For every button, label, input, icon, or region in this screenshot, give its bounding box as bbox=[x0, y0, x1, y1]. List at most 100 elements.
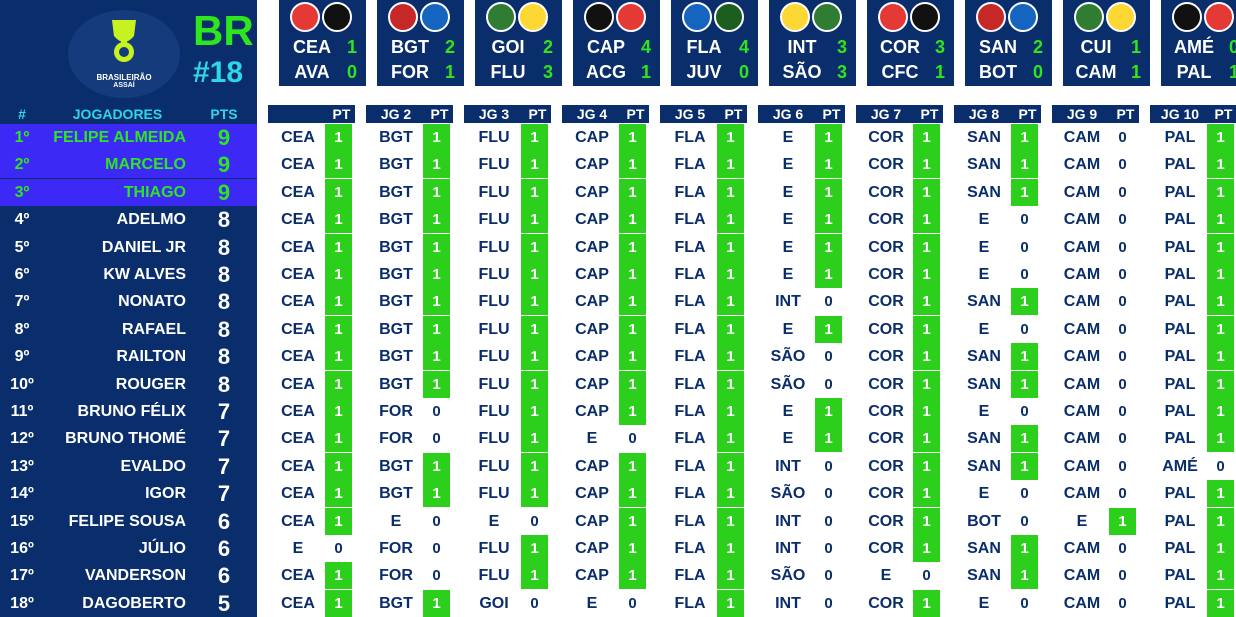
pick-team: BGT bbox=[379, 293, 413, 311]
cuiaba-crest bbox=[1074, 2, 1104, 32]
pick-points: 0 bbox=[1216, 457, 1225, 475]
pick-points: 0 bbox=[824, 485, 833, 503]
player-name: DAGOBERTO bbox=[82, 594, 186, 612]
league-title: BR bbox=[193, 7, 254, 54]
pick-team: CAP bbox=[575, 375, 609, 393]
pick-team: CEA bbox=[281, 512, 315, 530]
pick-team: CEA bbox=[281, 348, 315, 366]
pick-points: 1 bbox=[1207, 261, 1234, 288]
pick-points: 1 bbox=[913, 452, 940, 480]
pick-points: 1 bbox=[521, 398, 548, 425]
pick-points: 1 bbox=[1207, 507, 1234, 535]
pick-team: SAN bbox=[967, 183, 1001, 201]
pick-points: 1 bbox=[521, 233, 548, 261]
pick-team: CAP bbox=[575, 348, 609, 366]
away-score: 1 bbox=[1228, 62, 1236, 82]
pick-team: INT bbox=[775, 594, 801, 612]
away-team: PAL bbox=[1176, 62, 1212, 82]
table-row: 8º RAFAEL 8 bbox=[0, 316, 257, 343]
pick-points: 1 bbox=[1207, 398, 1234, 425]
pick-points: 1 bbox=[521, 480, 548, 508]
pick-team: CEA bbox=[281, 430, 315, 448]
pick-points: 0 bbox=[1118, 375, 1127, 393]
pick-team: FLA bbox=[674, 183, 706, 201]
pick-team: FLA bbox=[674, 540, 706, 557]
home-team: CUI bbox=[1080, 37, 1112, 57]
pick-points: 1 bbox=[717, 343, 744, 371]
pick-points: 1 bbox=[619, 124, 646, 151]
home-team: BGT bbox=[391, 37, 429, 57]
pick-team: PAL bbox=[1164, 293, 1196, 311]
pick-team: INT bbox=[775, 457, 801, 475]
pick-points: 1 bbox=[325, 562, 352, 590]
away-score: 0 bbox=[346, 62, 357, 82]
away-score: 1 bbox=[640, 62, 651, 82]
pick-points: 1 bbox=[619, 507, 646, 535]
table-row: 17º VANDERSON 6 bbox=[0, 562, 257, 589]
pick-points: 1 bbox=[1207, 178, 1234, 206]
pick-team: GOI bbox=[479, 594, 509, 612]
player-name: BRUNO THOMÉ bbox=[65, 430, 186, 448]
pick-team: E bbox=[390, 512, 402, 530]
pick-points: 1 bbox=[815, 398, 842, 425]
pick-points: 1 bbox=[1207, 315, 1234, 343]
round-label: JG 10 bbox=[1160, 106, 1200, 122]
pick-team: E bbox=[586, 594, 598, 612]
pick-team: E bbox=[880, 567, 892, 585]
pick-points: 0 bbox=[1020, 512, 1029, 530]
flamengo-crest bbox=[682, 2, 712, 32]
pick-points: 1 bbox=[521, 370, 548, 398]
coritiba-crest bbox=[910, 2, 940, 32]
pick-team: E bbox=[978, 238, 990, 256]
away-score: 1 bbox=[934, 62, 945, 82]
pick-team: FOR bbox=[379, 540, 413, 557]
pick-points: 1 bbox=[717, 261, 744, 288]
pick-points: 1 bbox=[423, 288, 450, 316]
round-header: JG 2 PT bbox=[366, 105, 453, 123]
player-rank: 14º bbox=[10, 485, 34, 503]
pick-team: CAM bbox=[1063, 430, 1101, 448]
pick-points: 0 bbox=[1020, 485, 1029, 503]
pick-team: E bbox=[978, 266, 990, 283]
pick-team: PAL bbox=[1164, 430, 1196, 448]
pick-team: CAP bbox=[575, 266, 609, 283]
pick-points: 0 bbox=[824, 512, 833, 530]
player-name: FELIPE ALMEIDA bbox=[53, 129, 186, 146]
pick-team: E bbox=[782, 156, 794, 174]
pick-points: 1 bbox=[1011, 178, 1038, 206]
player-rank: 6º bbox=[14, 266, 30, 283]
juventude-crest bbox=[714, 2, 744, 32]
pick-team: E bbox=[782, 266, 794, 283]
pick-points: 1 bbox=[423, 261, 450, 288]
points-label: PT bbox=[1018, 106, 1037, 122]
table-row: 2º MARCELO 9 bbox=[0, 151, 257, 179]
pick-team: FLU bbox=[478, 211, 510, 229]
pick-points: 1 bbox=[717, 398, 744, 425]
pick-points: 1 bbox=[619, 206, 646, 234]
pick-team: SAN bbox=[967, 129, 1001, 146]
pick-team: BOT bbox=[967, 512, 1001, 530]
pick-team: CEA bbox=[281, 320, 315, 338]
round-label: JG 3 bbox=[478, 106, 510, 122]
pick-team: FLU bbox=[478, 266, 510, 283]
pick-points: 0 bbox=[1020, 211, 1029, 229]
pick-points: 1 bbox=[717, 233, 744, 261]
pick-points: 1 bbox=[717, 535, 744, 562]
pick-team: FLA bbox=[674, 211, 706, 229]
pick-team: E bbox=[782, 320, 794, 338]
logo-subtitle: ASSAÍ bbox=[113, 82, 135, 89]
pick-points: 0 bbox=[1118, 430, 1127, 448]
pick-points: 0 bbox=[432, 540, 441, 557]
pick-points: 1 bbox=[325, 288, 352, 316]
away-score: 1 bbox=[1130, 62, 1141, 82]
pick-points: 0 bbox=[334, 540, 343, 557]
table-row: 7º NONATO 8 bbox=[0, 288, 257, 315]
pick-points: 1 bbox=[815, 178, 842, 206]
fortaleza-crest bbox=[420, 2, 450, 32]
pick-team: CAP bbox=[575, 211, 609, 229]
pick-team: FLU bbox=[478, 348, 510, 366]
pick-team: E bbox=[782, 129, 794, 146]
pick-points: 1 bbox=[521, 535, 548, 562]
home-score: 2 bbox=[542, 37, 553, 57]
pick-team: CEA bbox=[281, 457, 315, 475]
